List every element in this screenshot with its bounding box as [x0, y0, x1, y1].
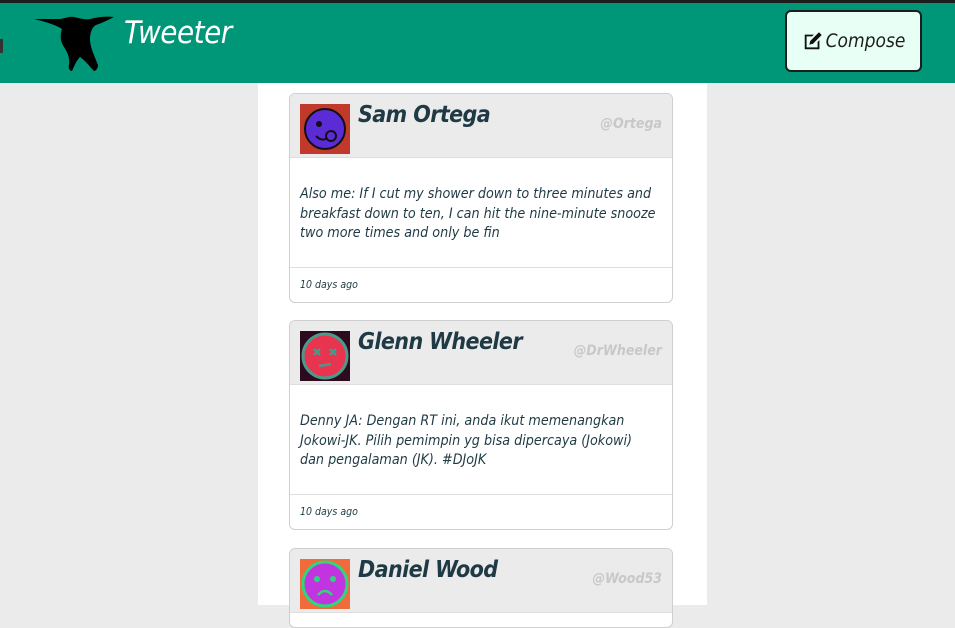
tweet-card: Daniel Wood @Wood53 — [289, 548, 673, 628]
author-name[interactable]: Daniel Wood — [358, 557, 498, 583]
author-name[interactable]: Sam Ortega — [358, 102, 491, 128]
tweet-timestamp: 10 days ago — [300, 279, 358, 291]
tweet-header: Sam Ortega @Ortega — [290, 94, 672, 158]
tweet-card: Glenn Wheeler @DrWheeler Denny JA: Denga… — [289, 320, 673, 530]
edit-icon — [804, 32, 822, 50]
author-handle[interactable]: @Ortega — [600, 116, 662, 132]
tweet-feed: Sam Ortega @Ortega Also me: If I cut my … — [258, 83, 707, 628]
compose-button[interactable]: Compose — [785, 10, 922, 72]
app-title[interactable]: Tweeter — [124, 15, 232, 51]
tweet-text: Also me: If I cut my shower down to thre… — [290, 158, 672, 268]
tweet-header: Glenn Wheeler @DrWheeler — [290, 321, 672, 385]
window-edge-marker — [0, 39, 6, 53]
hummingbird-icon — [34, 16, 114, 71]
compose-label: Compose — [825, 30, 906, 52]
author-name[interactable]: Glenn Wheeler — [358, 329, 523, 355]
tweet-header: Daniel Wood @Wood53 — [290, 549, 672, 613]
author-handle[interactable]: @DrWheeler — [574, 343, 662, 359]
avatar[interactable] — [300, 104, 350, 154]
tweet-text: Denny JA: Dengan RT ini, anda ikut memen… — [290, 385, 672, 495]
avatar[interactable] — [300, 559, 350, 609]
tweet-card: Sam Ortega @Ortega Also me: If I cut my … — [289, 93, 673, 303]
tweet-timestamp: 10 days ago — [300, 506, 358, 518]
author-handle[interactable]: @Wood53 — [592, 571, 662, 587]
navbar: Tweeter Compose — [0, 3, 955, 83]
avatar[interactable] — [300, 331, 350, 381]
